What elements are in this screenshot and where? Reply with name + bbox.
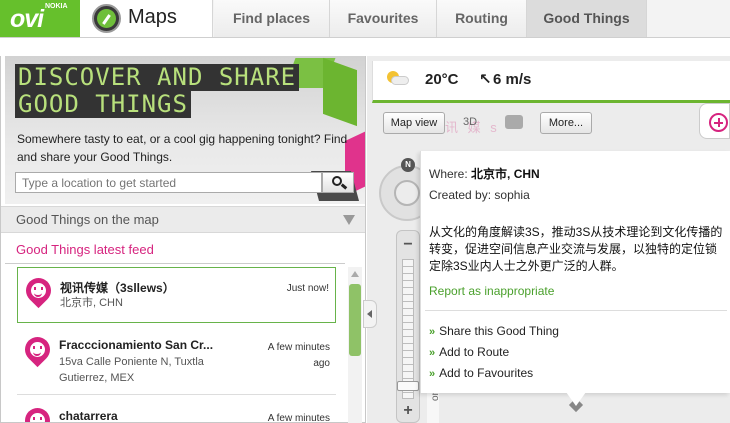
feed-item-time: A few minutes (267, 413, 330, 423)
feed-list: 视讯传媒（3sllews） 北京市, CHN Just now! Fraccci… (5, 264, 345, 423)
feed-scrollbar[interactable] (348, 267, 362, 423)
hero-title-line2: GOOD THINGS (15, 91, 191, 118)
collapse-triangle-icon (343, 215, 355, 225)
wind-speed: 6 m/s (493, 71, 532, 88)
chevron-right-icon: » (429, 368, 436, 380)
good-thing-info-bubble: Where: 北京市, CHN Created by: sophia 从文化的角… (420, 151, 730, 393)
feed-item-name: chatarrera (59, 409, 118, 423)
ovi-logo[interactable]: ovi NOKIA (0, 0, 80, 37)
chevron-right-icon: » (429, 326, 436, 338)
good-thing-pin-icon (20, 272, 57, 309)
bubble-pointer (566, 392, 586, 406)
feed-item-address: 北京市, CHN (60, 297, 123, 309)
nokia-logo-text: NOKIA (45, 3, 68, 10)
good-things-on-map-toggle[interactable]: Good Things on the map (1, 206, 365, 233)
zoom-out-button[interactable]: − (397, 237, 419, 253)
north-indicator[interactable]: N (401, 158, 415, 172)
temperature: 20°C (425, 71, 459, 88)
add-to-route-link[interactable]: » Add to Route (429, 345, 509, 359)
chevron-right-icon: » (429, 347, 436, 359)
weather-bar: 20°C ↖ 6 m/s (372, 61, 730, 103)
action-label: Add to Favourites (439, 366, 534, 380)
ovi-logo-text: ovi (10, 5, 44, 33)
action-label: Share this Good Thing (439, 324, 559, 338)
tab-good-things[interactable]: Good Things (527, 0, 647, 37)
where-value: 北京市, CHN (471, 167, 540, 181)
map-view-button[interactable]: Map view (383, 112, 445, 134)
location-search-input[interactable] (15, 172, 322, 193)
zoom-slider[interactable]: − + (396, 230, 420, 423)
partly-cloudy-icon (385, 69, 409, 87)
wind-direction-icon: ↖ (479, 71, 492, 88)
decorative-shape (323, 57, 357, 127)
3d-view-button[interactable]: 3D (463, 116, 477, 128)
maps-brand[interactable]: Maps (80, 0, 213, 37)
map-section-label: Good Things on the map (16, 212, 159, 227)
collapse-panel-button[interactable] (363, 300, 377, 328)
tab-routing[interactable]: Routing (437, 0, 527, 37)
report-inappropriate-link[interactable]: Report as inappropriate (429, 284, 554, 298)
more-button[interactable]: More... (540, 112, 592, 134)
good-thing-pin-icon (19, 402, 56, 422)
zoom-track[interactable] (402, 259, 414, 399)
feed-item[interactable]: Fracccionamiento San Cr... 15va Calle Po… (17, 327, 336, 395)
feed-item-time: Just now! (286, 283, 329, 294)
scroll-thumb[interactable] (349, 284, 361, 356)
action-label: Add to Route (439, 345, 510, 359)
feed-item-name: 视讯传媒（3sllews） (60, 281, 175, 295)
hero-title: DISCOVER AND SHARE GOOD THINGS (15, 64, 300, 118)
maps-compass-icon (92, 4, 121, 33)
created-by-label: Created by: (429, 188, 492, 202)
add-to-favourites-link[interactable]: » Add to Favourites (429, 366, 533, 380)
hero-title-line1: DISCOVER AND SHARE (15, 64, 300, 91)
top-bar: ovi NOKIA Maps Find places Favourites Ro… (0, 0, 730, 38)
divider (425, 310, 727, 311)
traffic-icon[interactable] (505, 115, 523, 129)
feed-item-time: A few minutes ago (267, 342, 330, 369)
search-button[interactable] (322, 172, 354, 193)
tab-favourites[interactable]: Favourites (330, 0, 437, 37)
good-thing-pin-icon (19, 331, 56, 368)
hero-subtitle: Somewhere tasty to eat, or a cool gig ha… (17, 132, 348, 164)
created-by-value: sophia (494, 188, 530, 202)
feed-item-name: Fracccionamiento San Cr... (59, 338, 214, 352)
good-things-panel: DISCOVER AND SHARE GOOD THINGS Somewhere… (0, 56, 366, 423)
zoom-thumb[interactable] (397, 381, 419, 392)
feed-item[interactable]: 视讯传媒（3sllews） 北京市, CHN Just now! (17, 267, 336, 323)
bubble-created-by: Created by: sophia (429, 188, 530, 202)
bubble-description: 从文化的角度解读3S，推动3S从技术理论到文化传播的转变，促进空间信息产业交流与… (429, 225, 723, 273)
bubble-where: Where: 北京市, CHN (429, 165, 540, 182)
add-circle-icon (709, 113, 728, 132)
scroll-up-arrow-icon[interactable] (348, 269, 362, 281)
hero-banner: DISCOVER AND SHARE GOOD THINGS Somewhere… (5, 56, 365, 204)
pan-center[interactable] (394, 180, 420, 206)
tab-find-places[interactable]: Find places (214, 0, 330, 37)
add-good-thing-button[interactable] (699, 103, 730, 139)
zoom-in-button[interactable]: + (397, 403, 419, 419)
feed-title: Good Things latest feed (16, 242, 154, 257)
feed-item[interactable]: chatarrera A few minutes (17, 398, 336, 423)
where-label: Where: (429, 167, 468, 181)
share-good-thing-link[interactable]: » Share this Good Thing (429, 324, 559, 338)
feed-item-address: 15va Calle Poniente N, Tuxtla Gutierrez,… (59, 356, 204, 384)
app-title: Maps (128, 6, 177, 28)
